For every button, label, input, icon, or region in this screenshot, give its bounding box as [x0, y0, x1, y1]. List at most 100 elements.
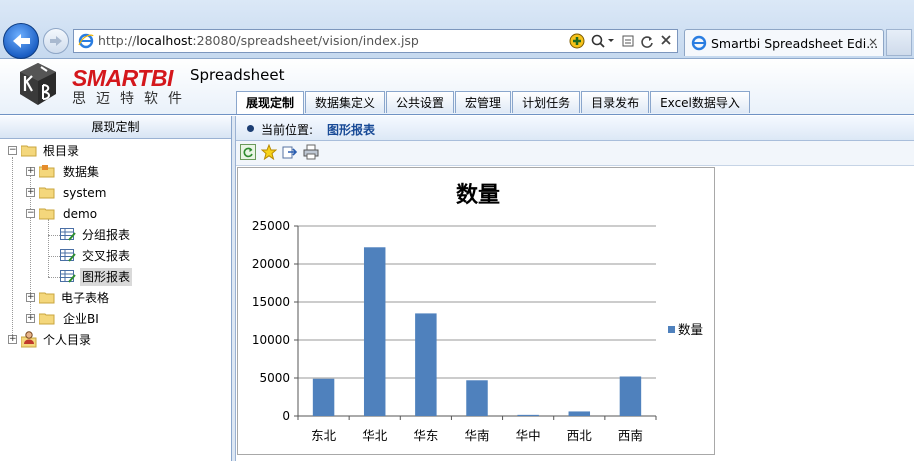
tree-guide-line — [12, 157, 13, 343]
folder-icon — [39, 313, 55, 325]
chart-canvas: 数量 0 5000 10000 15000 20000 25000 东北 华北 华东 华南 华中 西… — [252, 182, 703, 443]
back-arrow-icon — [13, 34, 30, 48]
forward-arrow-icon — [50, 36, 62, 46]
tree-node-label: 电子表格 — [61, 291, 110, 305]
y-tick-label: 10000 — [252, 333, 290, 347]
menu-tab-display[interactable]: 展现定制 — [236, 91, 305, 114]
favorite-star-icon[interactable] — [261, 144, 277, 160]
bar — [312, 378, 335, 416]
compat-view-icon[interactable] — [621, 33, 635, 49]
breadcrumb-current: 图形报表 — [327, 123, 376, 137]
menu-tab-macro-management[interactable]: 宏管理 — [455, 91, 512, 113]
brand-chinese-name: 思迈特软件 — [72, 91, 192, 107]
address-tools — [569, 32, 673, 50]
folder-icon — [39, 187, 55, 199]
report-toolbar — [236, 141, 914, 166]
menu-tab-directory-publish[interactable]: 目录发布 — [581, 91, 650, 113]
bar — [619, 376, 642, 416]
refresh-icon[interactable] — [640, 33, 654, 49]
chart-title: 数量 — [456, 182, 500, 208]
y-tick-label: 0 — [282, 409, 290, 423]
menu-tab-dataset-definition[interactable]: 数据集定义 — [305, 91, 386, 113]
y-tick-label: 5000 — [259, 371, 290, 385]
menu-tab-scheduled-tasks[interactable]: 计划任务 — [512, 91, 581, 113]
tab-close-icon[interactable]: × — [868, 35, 878, 49]
app-header: SMARTBI 思迈特软件 Spreadsheet 展现定制 数据集定义 公共设… — [0, 59, 914, 115]
y-tick-label: 20000 — [252, 257, 290, 271]
expand-toggle-icon[interactable]: + — [8, 335, 17, 344]
breadcrumb: 当前位置: 图形报表 — [236, 116, 914, 141]
x-tick-label: 东北 — [311, 428, 337, 443]
x-tick-label: 西南 — [618, 428, 643, 443]
bar-chart: 数量 0 5000 10000 15000 20000 25000 东北 华北 华东 华南 华中 西… — [237, 167, 715, 455]
y-axis: 0 5000 10000 15000 20000 25000 — [252, 219, 299, 423]
tree-node-label: 数据集 — [63, 165, 100, 179]
collapse-toggle-icon[interactable]: − — [8, 146, 17, 155]
tree-node-label: 根目录 — [43, 144, 80, 158]
tree-node-label: 图形报表 — [80, 268, 133, 286]
x-axis: 东北 华北 华东 华南 华中 西北 西南 — [297, 416, 657, 443]
tree-node-label: 个人目录 — [43, 333, 92, 347]
bullet-icon — [247, 125, 254, 132]
dataset-folder-icon — [39, 165, 55, 178]
folder-open-icon — [21, 145, 37, 157]
product-name: Spreadsheet — [190, 66, 285, 84]
expand-toggle-icon[interactable]: + — [26, 293, 35, 302]
main-menu: 展现定制 数据集定义 公共设置 宏管理 计划任务 目录发布 Excel数据导入 — [236, 91, 751, 114]
bar — [415, 313, 437, 416]
export-icon[interactable] — [282, 144, 298, 160]
folder-open-icon — [39, 208, 55, 220]
expand-toggle-icon[interactable]: + — [26, 314, 35, 323]
legend-label: 数量 — [678, 322, 703, 337]
breadcrumb-label: 当前位置: — [261, 123, 314, 137]
browser-tab[interactable]: Smartbi Spreadsheet Edi... × — [684, 29, 884, 56]
menu-tab-excel-import[interactable]: Excel数据导入 — [650, 91, 750, 113]
expand-toggle-icon[interactable]: + — [26, 188, 35, 197]
forward-button[interactable] — [43, 28, 69, 54]
print-icon[interactable] — [303, 144, 319, 160]
tree-node-label: system — [63, 186, 107, 200]
tree-guide-line — [48, 277, 60, 278]
tree-node-label: demo — [63, 207, 98, 221]
smartbi-cube-logo-icon — [20, 63, 56, 105]
chart-bars — [312, 247, 642, 416]
bar — [517, 414, 539, 416]
x-tick-label: 华南 — [464, 428, 489, 443]
folder-icon — [39, 292, 55, 304]
y-tick-label: 25000 — [252, 219, 290, 233]
menu-tab-public-settings[interactable]: 公共设置 — [386, 91, 455, 113]
legend-swatch — [668, 326, 675, 333]
stop-icon[interactable] — [659, 33, 673, 49]
new-tab-button[interactable] — [886, 29, 912, 56]
expand-toggle-icon[interactable]: + — [26, 167, 35, 176]
tree-node-label: 交叉报表 — [82, 249, 131, 263]
add-favorite-icon[interactable] — [569, 33, 585, 49]
collapse-toggle-icon[interactable]: − — [26, 209, 35, 218]
tree-guide-line — [48, 256, 60, 257]
panel-splitter[interactable] — [232, 116, 236, 461]
x-tick-label: 华北 — [362, 428, 388, 443]
x-tick-label: 西北 — [567, 428, 593, 443]
tree-guide-line — [48, 235, 60, 236]
ie-page-icon — [78, 33, 94, 49]
url-text: http://localhost:28080/spreadsheet/visio… — [98, 33, 419, 48]
tree-guide-line — [48, 219, 49, 277]
browser-chrome: http://localhost:28080/spreadsheet/visio… — [0, 0, 914, 59]
address-bar[interactable]: http://localhost:28080/spreadsheet/visio… — [73, 29, 678, 53]
refresh-icon[interactable] — [240, 144, 256, 160]
bar — [568, 411, 591, 416]
back-button[interactable] — [3, 23, 39, 59]
tree-node-label: 分组报表 — [82, 228, 131, 242]
tree-node-label: 企业BI — [63, 312, 99, 326]
user-folder-icon — [21, 331, 37, 348]
y-tick-label: 15000 — [252, 295, 290, 309]
report-icon — [60, 228, 76, 241]
bar — [363, 247, 386, 416]
ie-tab-icon — [691, 35, 707, 51]
report-icon — [60, 249, 76, 262]
left-panel-title: 展现定制 — [0, 116, 231, 139]
search-icon[interactable] — [590, 33, 616, 49]
chart-legend: 数量 — [668, 322, 703, 337]
x-tick-label: 华中 — [516, 428, 541, 443]
x-tick-label: 华东 — [413, 428, 438, 443]
